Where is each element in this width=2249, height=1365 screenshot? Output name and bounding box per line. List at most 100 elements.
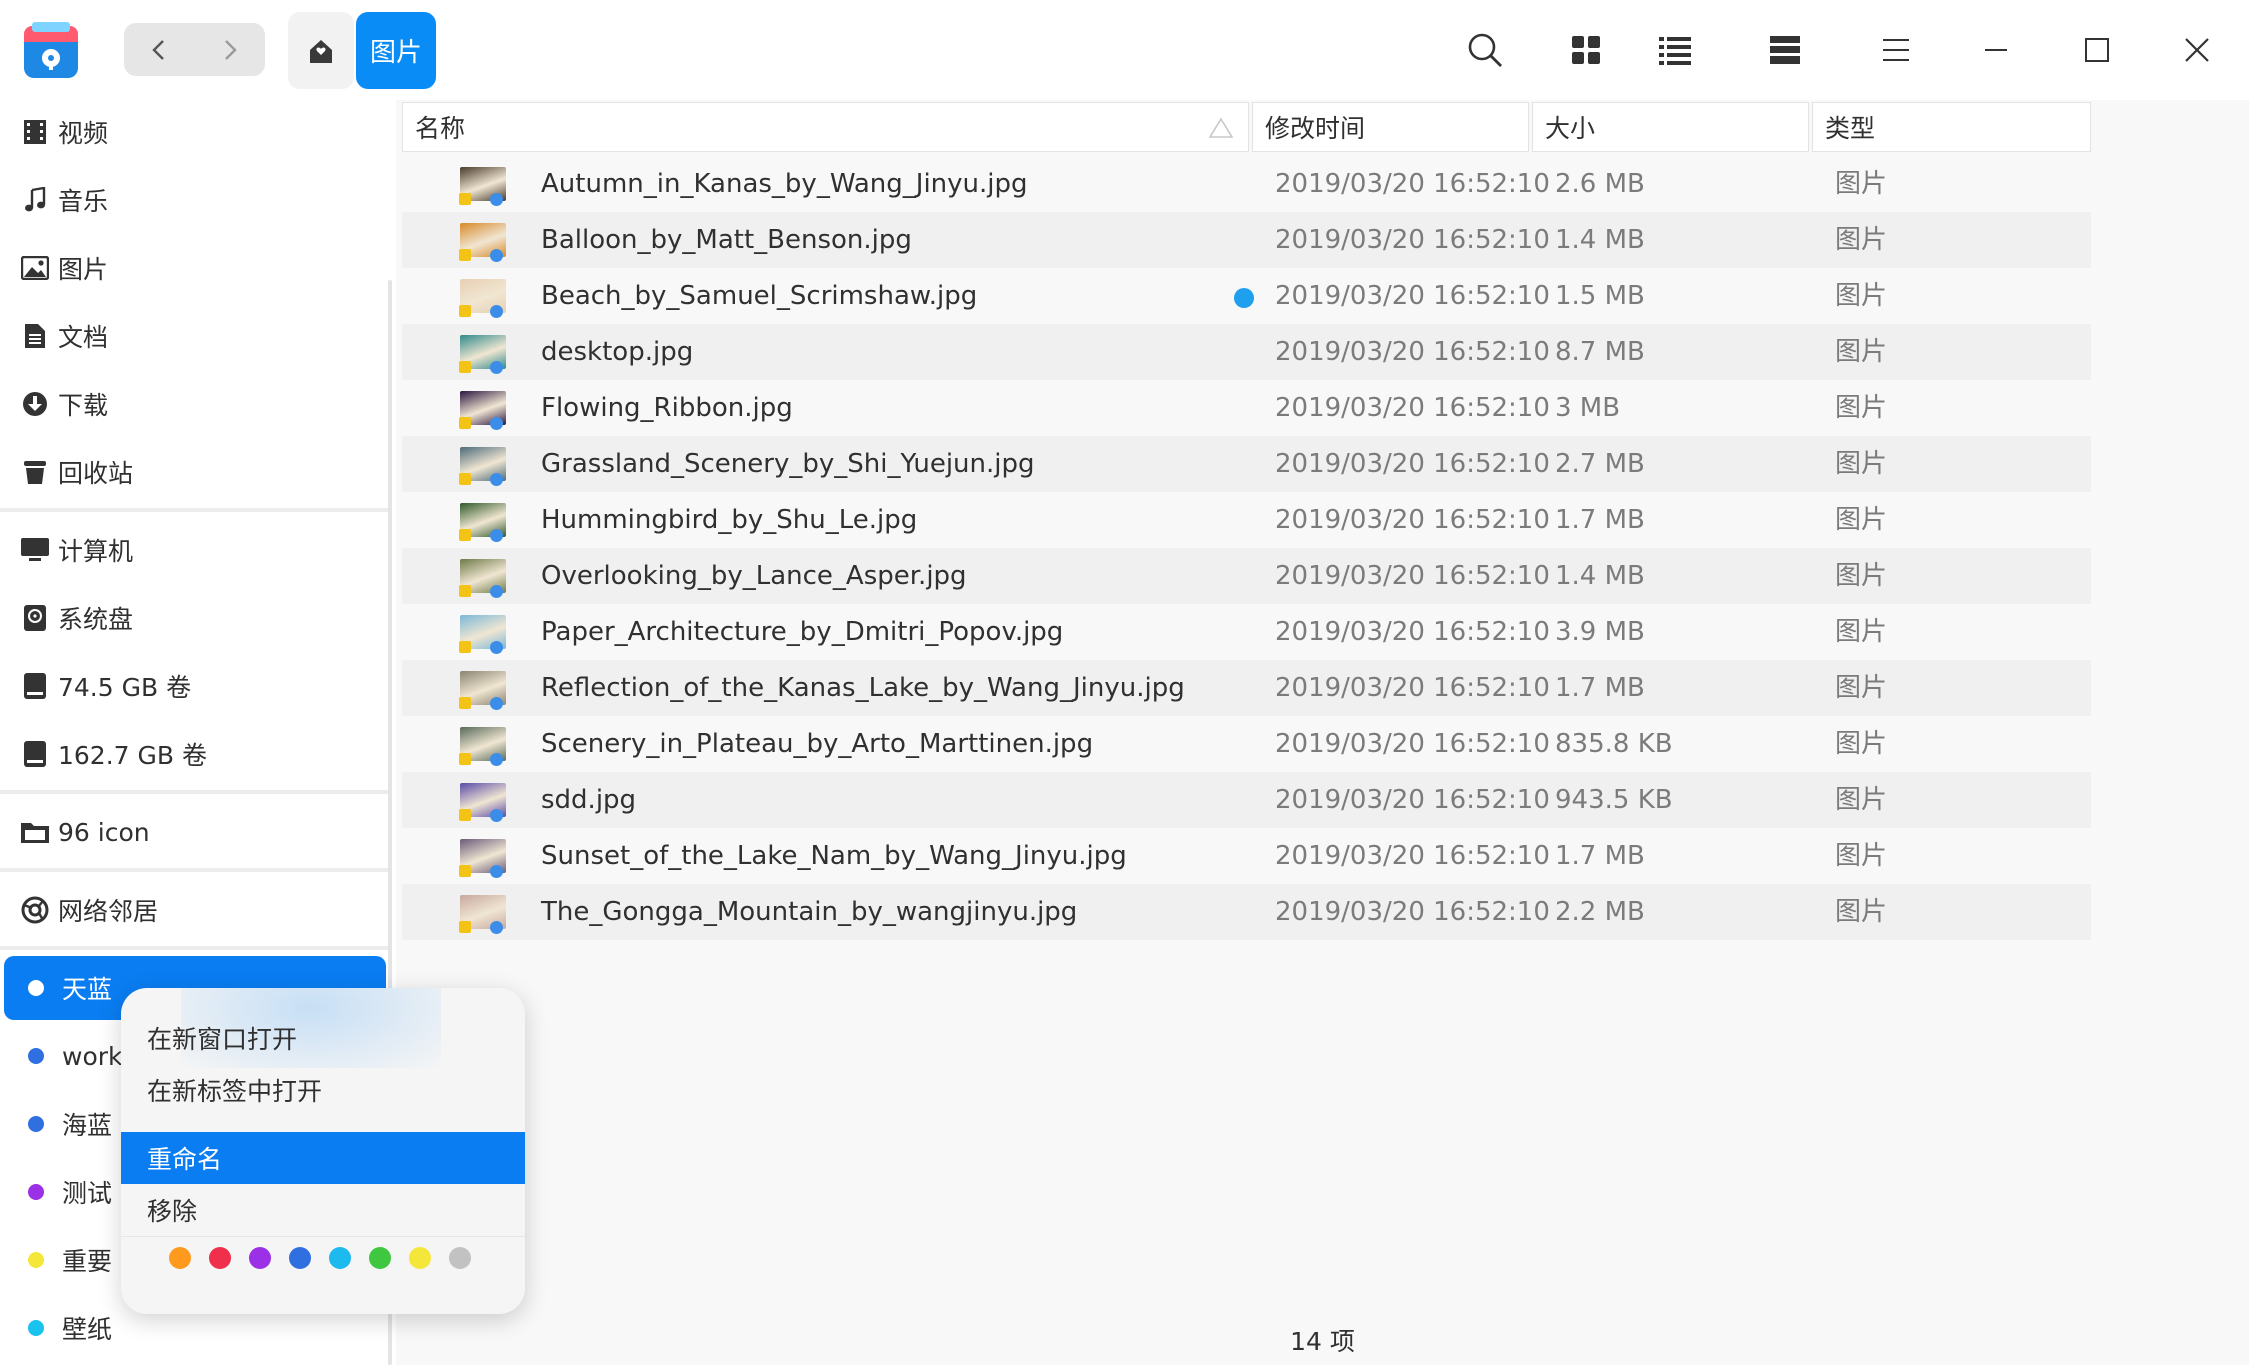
sidebar-item-label: 壁纸 — [62, 1315, 113, 1344]
file-size: 3 MB — [1555, 393, 1621, 423]
lock-emblem-icon — [459, 529, 471, 541]
document-icon — [20, 321, 50, 351]
sidebar-item-pictures[interactable]: 图片 — [4, 236, 386, 300]
tag-color-swatch[interactable] — [249, 1247, 271, 1269]
sidebar-item-videos[interactable]: 视频 — [4, 100, 386, 164]
list-view-button[interactable] — [1647, 22, 1703, 78]
breadcrumb-current[interactable]: 图片 — [356, 12, 436, 89]
tag-color-swatch[interactable] — [289, 1247, 311, 1269]
menu-open-new-window[interactable]: 在新窗口打开 — [121, 1012, 525, 1064]
file-type: 图片 — [1835, 225, 1888, 255]
tag-color-swatch[interactable] — [369, 1247, 391, 1269]
sidebar-divider — [0, 946, 388, 950]
sidebar-divider — [0, 790, 388, 794]
tag-color-dot — [28, 980, 44, 996]
sidebar-divider — [0, 508, 388, 512]
file-modified: 2019/03/20 16:52:10 — [1275, 393, 1550, 423]
menu-rename[interactable]: 重命名 — [121, 1132, 525, 1184]
tag-color-dot — [28, 1116, 44, 1132]
sidebar-item-downloads[interactable]: 下载 — [4, 372, 386, 436]
file-type: 图片 — [1835, 841, 1888, 871]
detail-view-icon — [1770, 36, 1800, 64]
video-icon — [20, 117, 50, 147]
forward-button[interactable] — [195, 23, 265, 76]
column-header-size[interactable]: 大小 — [1532, 102, 1809, 152]
tag-color-swatch[interactable] — [209, 1247, 231, 1269]
tag-color-swatch[interactable] — [409, 1247, 431, 1269]
table-row[interactable]: desktop.jpg 2019/03/20 16:52:10 8.7 MB 图片 — [402, 324, 2091, 380]
table-row[interactable]: Flowing_Ribbon.jpg 2019/03/20 16:52:10 3 M… — [402, 380, 2091, 436]
sidebar-item-documents[interactable]: 文档 — [4, 304, 386, 368]
file-name: Scenery_in_Plateau_by_Arto_Marttinen.jpg — [541, 729, 1094, 759]
table-row[interactable]: Grassland_Scenery_by_Shi_Yuejun.jpg 2019/… — [402, 436, 2091, 492]
file-name: Overlooking_by_Lance_Asper.jpg — [541, 561, 967, 591]
table-row[interactable]: The_Gongga_Mountain_by_wangjinyu.jpg 2019… — [402, 884, 2091, 940]
detail-view-button[interactable] — [1757, 22, 1813, 78]
table-row[interactable]: Sunset_of_the_Lake_Nam_by_Wang_Jinyu.jpg… — [402, 828, 2091, 884]
sidebar-item-volume-74[interactable]: 74.5 GB 卷 — [4, 654, 386, 718]
tag-color-dot — [28, 1048, 44, 1064]
close-button[interactable] — [2169, 22, 2225, 78]
file-name: sdd.jpg — [541, 785, 637, 815]
sidebar-item-system-disk[interactable]: 系统盘 — [4, 586, 386, 650]
table-row[interactable]: Beach_by_Samuel_Scrimshaw.jpg 2019/03/20 … — [402, 268, 2091, 324]
tag-color-swatch[interactable] — [169, 1247, 191, 1269]
table-row[interactable]: Autumn_in_Kanas_by_Wang_Jinyu.jpg 2019/03… — [402, 156, 2091, 212]
search-icon — [1468, 33, 1502, 67]
icon-view-button[interactable] — [1558, 22, 1614, 78]
table-row[interactable]: Paper_Architecture_by_Dmitri_Popov.jpg 20… — [402, 604, 2091, 660]
sidebar-item-trash[interactable]: 回收站 — [4, 440, 386, 504]
link-emblem-icon — [490, 529, 503, 542]
sidebar-item-network[interactable]: 网络邻居 — [4, 878, 386, 942]
sidebar-item-label: 网络邻居 — [58, 897, 159, 926]
file-name: The_Gongga_Mountain_by_wangjinyu.jpg — [541, 897, 1078, 927]
file-name: Balloon_by_Matt_Benson.jpg — [541, 225, 912, 255]
minimize-button[interactable] — [1968, 22, 2024, 78]
lock-emblem-icon — [459, 585, 471, 597]
menu-open-new-tab[interactable]: 在新标签中打开 — [121, 1064, 525, 1116]
menu-remove[interactable]: 移除 — [121, 1184, 525, 1236]
table-row[interactable]: sdd.jpg 2019/03/20 16:52:10 943.5 KB 图片 — [402, 772, 2091, 828]
sidebar-item-bookmark[interactable]: 96 icon — [4, 800, 386, 864]
lock-emblem-icon — [459, 473, 471, 485]
link-emblem-icon — [490, 921, 503, 934]
breadcrumb-home[interactable] — [288, 12, 354, 89]
table-row[interactable]: Reflection_of_the_Kanas_Lake_by_Wang_Jin… — [402, 660, 2091, 716]
table-row[interactable]: Scenery_in_Plateau_by_Arto_Marttinen.jpg… — [402, 716, 2091, 772]
file-name: Sunset_of_the_Lake_Nam_by_Wang_Jinyu.jpg — [541, 841, 1127, 871]
lock-emblem-icon — [459, 249, 471, 261]
lock-emblem-icon — [459, 753, 471, 765]
column-header-type[interactable]: 类型 — [1812, 102, 2091, 152]
tag-color-swatch[interactable] — [449, 1247, 471, 1269]
table-row[interactable]: Balloon_by_Matt_Benson.jpg 2019/03/20 16:… — [402, 212, 2091, 268]
file-type: 图片 — [1835, 617, 1888, 647]
main-menu-button[interactable] — [1868, 22, 1924, 78]
file-tag-dot — [1234, 288, 1254, 308]
sidebar-item-label: 96 icon — [58, 817, 150, 847]
file-type: 图片 — [1835, 729, 1888, 759]
sidebar-item-label: 162.7 GB 卷 — [58, 741, 207, 770]
sidebar-item-label: 74.5 GB 卷 — [58, 673, 192, 702]
table-row[interactable]: Overlooking_by_Lance_Asper.jpg 2019/03/20… — [402, 548, 2091, 604]
sidebar-item-music[interactable]: 音乐 — [4, 168, 386, 232]
search-button[interactable] — [1457, 22, 1513, 78]
column-header-modified[interactable]: 修改时间 — [1252, 102, 1529, 152]
maximize-button[interactable] — [2069, 22, 2125, 78]
sidebar-item-computer[interactable]: 计算机 — [4, 518, 386, 582]
tag-color-swatch[interactable] — [329, 1247, 351, 1269]
file-manager-logo-icon — [22, 20, 80, 80]
minimize-icon — [1985, 49, 2007, 51]
file-size: 8.7 MB — [1555, 337, 1645, 367]
file-modified: 2019/03/20 16:52:10 — [1275, 841, 1550, 871]
file-size: 943.5 KB — [1555, 785, 1673, 815]
column-header-name[interactable]: 名称 — [402, 102, 1249, 152]
file-size: 1.7 MB — [1555, 505, 1645, 535]
sidebar-item-label: 海蓝 — [62, 1111, 113, 1140]
sidebar-item-label: 天蓝 — [62, 975, 113, 1004]
back-button[interactable] — [124, 23, 194, 76]
link-emblem-icon — [490, 809, 503, 822]
sidebar-item-volume-162[interactable]: 162.7 GB 卷 — [4, 722, 386, 786]
tag-color-dot — [28, 1320, 44, 1336]
lock-emblem-icon — [459, 361, 471, 373]
table-row[interactable]: Hummingbird_by_Shu_Le.jpg 2019/03/20 16:5… — [402, 492, 2091, 548]
